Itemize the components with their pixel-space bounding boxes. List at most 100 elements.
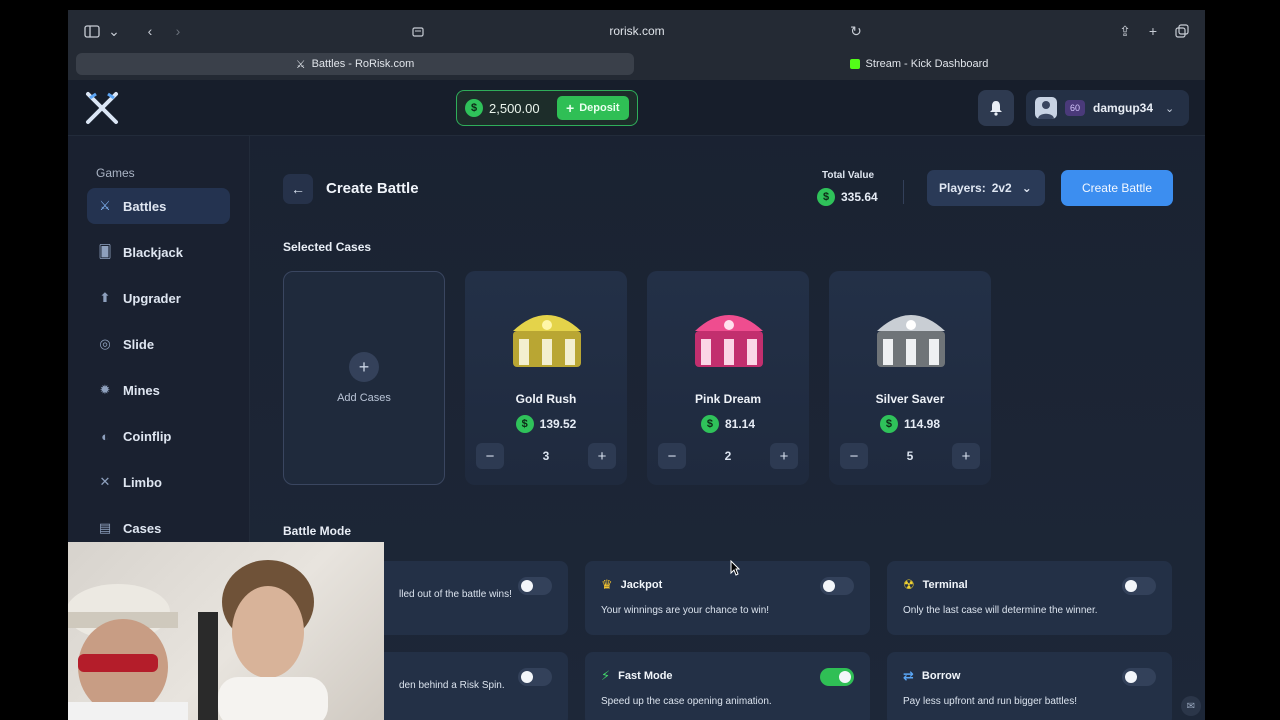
sidebar-item-coinflip[interactable]: ◐ Coinflip <box>87 418 230 454</box>
case-price: $ 139.52 <box>465 415 627 433</box>
user-menu[interactable]: 60 damgup34 ⌄ <box>1026 90 1189 126</box>
back-button[interactable]: ← <box>283 174 313 204</box>
upgrade-icon: ⬆ <box>99 290 111 305</box>
url-text: rorisk.com <box>609 24 665 38</box>
mode-card-terminal[interactable]: ☢ Terminal Only the last case will deter… <box>887 561 1172 635</box>
increase-button[interactable]: + <box>588 443 616 469</box>
chat-icon[interactable]: ✉ <box>1181 696 1201 716</box>
tab-label: Stream - Kick Dashboard <box>865 58 989 70</box>
cards-icon: 🂠 <box>98 244 112 259</box>
streamer-1-image <box>68 584 188 720</box>
case-price: $ 114.98 <box>829 415 991 433</box>
mode-toggle[interactable] <box>1122 668 1156 686</box>
case-icon: ▤ <box>98 520 112 535</box>
decrease-button[interactable]: − <box>658 443 686 469</box>
selected-cases-title: Selected Cases <box>283 240 372 254</box>
dollar-coin-icon: $ <box>465 99 483 117</box>
total-value-label: Total Value <box>822 170 875 181</box>
crown-icon: ♛ <box>601 577 613 592</box>
increase-button[interactable]: + <box>952 443 980 469</box>
sidebar-item-upgrader[interactable]: ⬆ Upgrader <box>87 280 230 316</box>
case-card-silver-saver[interactable]: Silver Saver $ 114.98 − 5 + <box>829 271 991 485</box>
share-icon[interactable]: ⇪ <box>1115 21 1135 41</box>
deposit-button[interactable]: + Deposit <box>557 96 629 120</box>
mine-icon: ✹ <box>99 382 111 397</box>
sidebar-item-battles[interactable]: ⚔ Battles <box>87 188 230 224</box>
case-name: Silver Saver <box>875 392 945 406</box>
deposit-label: Deposit <box>579 102 620 114</box>
divider <box>903 180 904 204</box>
quantity-value: 3 <box>542 449 550 463</box>
decrease-button[interactable]: − <box>476 443 504 469</box>
new-tab-icon[interactable]: + <box>1143 21 1163 41</box>
url-bar[interactable]: rorisk.com <box>408 18 866 44</box>
total-value-amount: 335.64 <box>841 190 878 204</box>
mode-toggle[interactable] <box>518 668 552 686</box>
sidebar-item-slide[interactable]: ◎ Slide <box>87 326 230 362</box>
sidebar-item-cases[interactable]: ▤ Cases <box>87 510 230 546</box>
quantity-value: 5 <box>906 449 914 463</box>
total-value: $ 335.64 <box>817 188 878 206</box>
decrease-button[interactable]: − <box>840 443 868 469</box>
sidebar-item-blackjack[interactable]: 🂠 Blackjack <box>87 234 230 270</box>
create-battle-button[interactable]: Create Battle <box>1061 170 1173 206</box>
forward-nav-icon[interactable]: › <box>168 21 188 41</box>
sidebar-toggle-icon[interactable] <box>82 21 102 41</box>
add-cases-card[interactable]: + Add Cases <box>283 271 445 485</box>
silver-chest-icon <box>877 315 945 367</box>
mode-toggle[interactable] <box>820 577 854 595</box>
dollar-coin-icon: $ <box>700 415 719 433</box>
mode-title: ⇄ Borrow <box>903 668 1156 684</box>
notifications-button[interactable] <box>978 90 1014 126</box>
battle-mode-title: Battle Mode <box>283 524 352 538</box>
tab-kick-dashboard[interactable]: Stream - Kick Dashboard <box>640 53 1198 75</box>
mode-toggle[interactable] <box>518 577 552 595</box>
tab-battles[interactable]: ⚔ Battles - RoRisk.com <box>76 53 634 75</box>
mode-toggle[interactable] <box>1122 577 1156 595</box>
dollar-coin-icon: $ <box>817 188 835 206</box>
players-label: Players: <box>939 181 986 195</box>
quantity-stepper: − 3 + <box>476 443 616 469</box>
browser-toolbar: ⌄ ‹ › rorisk.com ↻ ⇪ + <box>68 10 1205 52</box>
mode-toggle[interactable] <box>820 668 854 686</box>
dollar-coin-icon: $ <box>879 415 898 433</box>
gold-chest-icon <box>513 315 581 367</box>
mode-title-text: Jackpot <box>620 579 663 591</box>
case-price-amount: 114.98 <box>903 417 941 431</box>
sidebar-item-label: Upgrader <box>123 290 181 306</box>
tab-overview-icon[interactable] <box>1172 21 1192 41</box>
kick-logo-icon <box>849 59 860 69</box>
sidebar-item-mines[interactable]: ✹ Mines <box>87 372 230 408</box>
mode-card-jackpot[interactable]: ♛ Jackpot Your winnings are your chance … <box>585 561 870 635</box>
site-header: $ 2,500.00 + Deposit 60 damgup34 ⌄ <box>68 80 1205 136</box>
slide-icon: ◎ <box>99 336 111 351</box>
chevron-down-icon: ⌄ <box>1165 102 1175 115</box>
increase-button[interactable]: + <box>770 443 798 469</box>
back-nav-icon[interactable]: ‹ <box>140 21 160 41</box>
mode-desc: Speed up the case opening animation. <box>601 696 772 707</box>
chevron-down-icon[interactable]: ⌄ <box>104 21 124 41</box>
case-card-gold-rush[interactable]: Gold Rush $ 139.52 − 3 + <box>465 271 627 485</box>
rorisk-logo[interactable] <box>84 90 120 126</box>
sidebar-item-limbo[interactable]: ✕ Limbo <box>87 464 230 500</box>
sidebar-title: Games <box>96 166 135 180</box>
sidebar-item-label: Slide <box>123 336 155 352</box>
mode-card-fast-mode[interactable]: ⚡ Fast Mode Speed up the case opening an… <box>585 652 870 720</box>
balance-amount: 2,500.00 <box>489 100 540 116</box>
sidebar-item-label: Battles <box>123 198 167 214</box>
level-badge: 60 <box>1065 100 1086 116</box>
mouse-cursor-icon <box>730 560 740 576</box>
streamer-2-image <box>198 560 328 720</box>
mode-card-borrow[interactable]: ⇄ Borrow Pay less upfront and run bigger… <box>887 652 1172 720</box>
tab-label: Battles - RoRisk.com <box>311 58 415 70</box>
quantity-stepper: − 2 + <box>658 443 798 469</box>
reload-icon[interactable]: ↻ <box>846 21 866 41</box>
players-select[interactable]: Players: 2v2 ⌄ <box>927 170 1045 206</box>
page-settings-icon[interactable] <box>408 22 428 42</box>
quantity-stepper: − 5 + <box>840 443 980 469</box>
case-price: $ 81.14 <box>647 415 809 433</box>
sidebar-item-label: Cases <box>123 520 162 536</box>
case-card-pink-dream[interactable]: Pink Dream $ 81.14 − 2 + <box>647 271 809 485</box>
case-price-amount: 81.14 <box>724 417 756 431</box>
mode-desc: Pay less upfront and run bigger battles! <box>903 696 1077 707</box>
